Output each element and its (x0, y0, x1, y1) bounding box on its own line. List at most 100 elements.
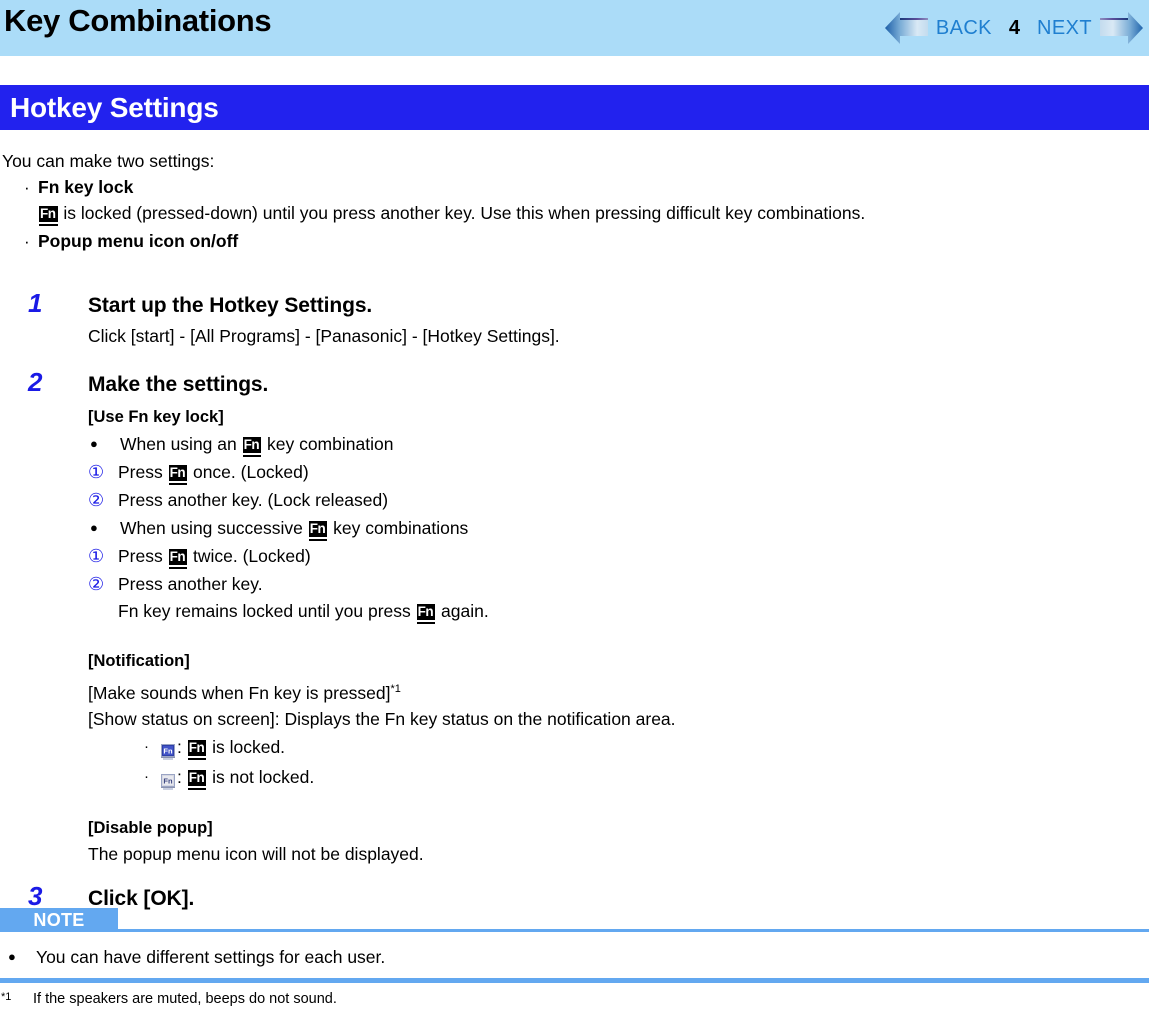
bullet-icon: · (24, 232, 30, 251)
page-title: Key Combinations (4, 3, 272, 38)
step-marker-1-icon: ① (88, 462, 105, 482)
use-fn-key-lock-heading: [Use Fn key lock] (88, 408, 224, 426)
arrow-left-icon[interactable] (883, 7, 929, 49)
bullet-label: Fn key lock (38, 177, 134, 197)
step-body: Click [start] - [All Programs] - [Panaso… (88, 326, 560, 346)
bullet-label: Popup menu icon on/off (38, 231, 239, 251)
disable-popup-body: The popup menu icon will not be displaye… (88, 844, 424, 864)
fn-key-lock-description-text: is locked (pressed-down) until you press… (58, 203, 866, 223)
list-item-text: When using successive Fn key combination… (120, 514, 1149, 542)
bullet-icon: · (144, 738, 149, 755)
separator: : (177, 737, 187, 757)
bullet-icon: ● (8, 949, 16, 964)
footnote-text: If the speakers are muted, beeps do not … (33, 991, 337, 1007)
text-before: Press (118, 462, 168, 482)
fn-key-lock-description: Fn is locked (pressed-down) until you pr… (38, 200, 1149, 226)
fn-key-glyph: Fn (308, 521, 328, 541)
step-marker-2-icon: ② (88, 574, 105, 594)
note-text: You can have different settings for each… (36, 947, 386, 967)
step-1: 1 Start up the Hotkey Settings. Click [s… (0, 288, 1149, 349)
text-before: Press (118, 546, 168, 566)
list-item: ① Press Fn twice. (Locked) (88, 542, 1149, 570)
step-heading: Make the settings. (88, 373, 269, 396)
back-button[interactable]: BACK (929, 7, 999, 49)
text-after: key combination (262, 434, 394, 454)
step-number: 1 (28, 288, 43, 318)
fn-key-glyph: Fn (168, 465, 188, 485)
notification-heading: [Notification] (88, 652, 190, 670)
text-before: Fn key remains locked until you press (118, 601, 416, 621)
intro-bullet-list: · Fn key lock Fn is locked (pressed-down… (0, 175, 1149, 254)
separator: : (177, 767, 187, 787)
text-after: twice. (Locked) (188, 546, 311, 566)
text-before: When using successive (120, 518, 308, 538)
step-heading: Start up the Hotkey Settings. (88, 294, 373, 317)
list-item: · Fn : Fn is not locked. (144, 762, 1149, 792)
list-item-text: When using an Fn key combination (120, 430, 1149, 458)
list-item: ② Press another key. (Lock released) (88, 486, 1149, 514)
notification-line-1-text: [Make sounds when Fn key is pressed] (88, 683, 391, 703)
bullet-icon: ● (90, 520, 98, 535)
fn-key-glyph: Fn (416, 604, 436, 624)
step-marker-1-icon: ① (88, 546, 105, 566)
step-heading: Click [OK]. (88, 887, 195, 910)
list-item: ● When using an Fn key combination (88, 430, 1149, 458)
list-item: · Fn key lock (24, 175, 1149, 200)
page-header: Key Combinations BACK 4 NEXT (0, 0, 1149, 56)
list-item-text: Press another key. (118, 574, 263, 594)
list-item: · Fn : Fn is locked. (144, 732, 1149, 762)
fn-lock-instruction-list: ● When using an Fn key combination ① Pre… (88, 430, 1149, 625)
page-number: 4 (1008, 17, 1021, 39)
main-content: You can make two settings: · Fn key lock… (0, 130, 1149, 913)
list-item: ② Press another key. (88, 570, 1149, 598)
text-after: key combinations (328, 518, 469, 538)
intro-lead: You can make two settings: (2, 151, 215, 171)
footnote-ref: *1 (390, 683, 401, 696)
fn-unlocked-tray-icon: Fn (160, 769, 176, 790)
fn-key-glyph: Fn (39, 206, 58, 226)
text-after: is not locked. (207, 767, 315, 787)
text-after: again. (436, 601, 489, 621)
arrow-right-icon[interactable] (1099, 7, 1145, 49)
disable-popup-heading: [Disable popup] (88, 819, 213, 837)
notification-line-1: [Make sounds when Fn key is pressed]*1 (88, 680, 1149, 706)
step-number: 2 (28, 367, 43, 397)
list-item-text: Press another key. (Lock released) (118, 490, 389, 510)
footnote-divider (0, 978, 1149, 983)
list-item: · Popup menu icon on/off (24, 229, 1149, 254)
fn-lock-continuation: Fn key remains locked until you press Fn… (118, 598, 1149, 625)
notification-line-2: [Show status on screen]: Displays the Fn… (88, 709, 676, 729)
note-body: ● You can have different settings for ea… (0, 944, 1149, 970)
fn-key-glyph: Fn (187, 770, 207, 790)
note-divider (118, 929, 1149, 932)
step-marker-2-icon: ② (88, 490, 105, 510)
section-title: Hotkey Settings (10, 92, 219, 123)
list-item: ● When using successive Fn key combinati… (88, 514, 1149, 542)
list-item: ① Press Fn once. (Locked) (88, 458, 1149, 486)
next-button[interactable]: NEXT (1030, 7, 1099, 49)
notification-item-text: : Fn is not locked. (177, 762, 314, 792)
note-label: NOTE (33, 910, 85, 930)
notification-item-text: : Fn is locked. (177, 732, 285, 762)
list-item-text: Press Fn once. (Locked) (118, 458, 1149, 486)
footnote-mark: *1 (1, 991, 12, 1003)
step-number: 3 (28, 881, 43, 911)
fn-key-glyph: Fn (242, 437, 262, 457)
bullet-icon: · (24, 178, 30, 197)
navigation-controls: BACK 4 NEXT (883, 6, 1145, 50)
list-item-text: Press Fn twice. (Locked) (118, 542, 1149, 570)
step-2: 2 Make the settings. [Use Fn key lock] ●… (0, 367, 1149, 867)
fn-locked-tray-icon: Fn (160, 739, 176, 760)
bullet-icon: · (144, 768, 149, 785)
fn-key-glyph: Fn (187, 740, 207, 760)
text-after: once. (Locked) (188, 462, 309, 482)
step-3: 3 Click [OK]. (0, 881, 1149, 913)
bullet-icon: ● (90, 436, 98, 451)
svg-text:Fn: Fn (163, 747, 173, 756)
text-before: When using an (120, 434, 242, 454)
section-title-bar: Hotkey Settings (0, 85, 1149, 130)
fn-key-glyph: Fn (168, 549, 188, 569)
text-after: is locked. (207, 737, 286, 757)
svg-text:Fn: Fn (163, 777, 173, 786)
